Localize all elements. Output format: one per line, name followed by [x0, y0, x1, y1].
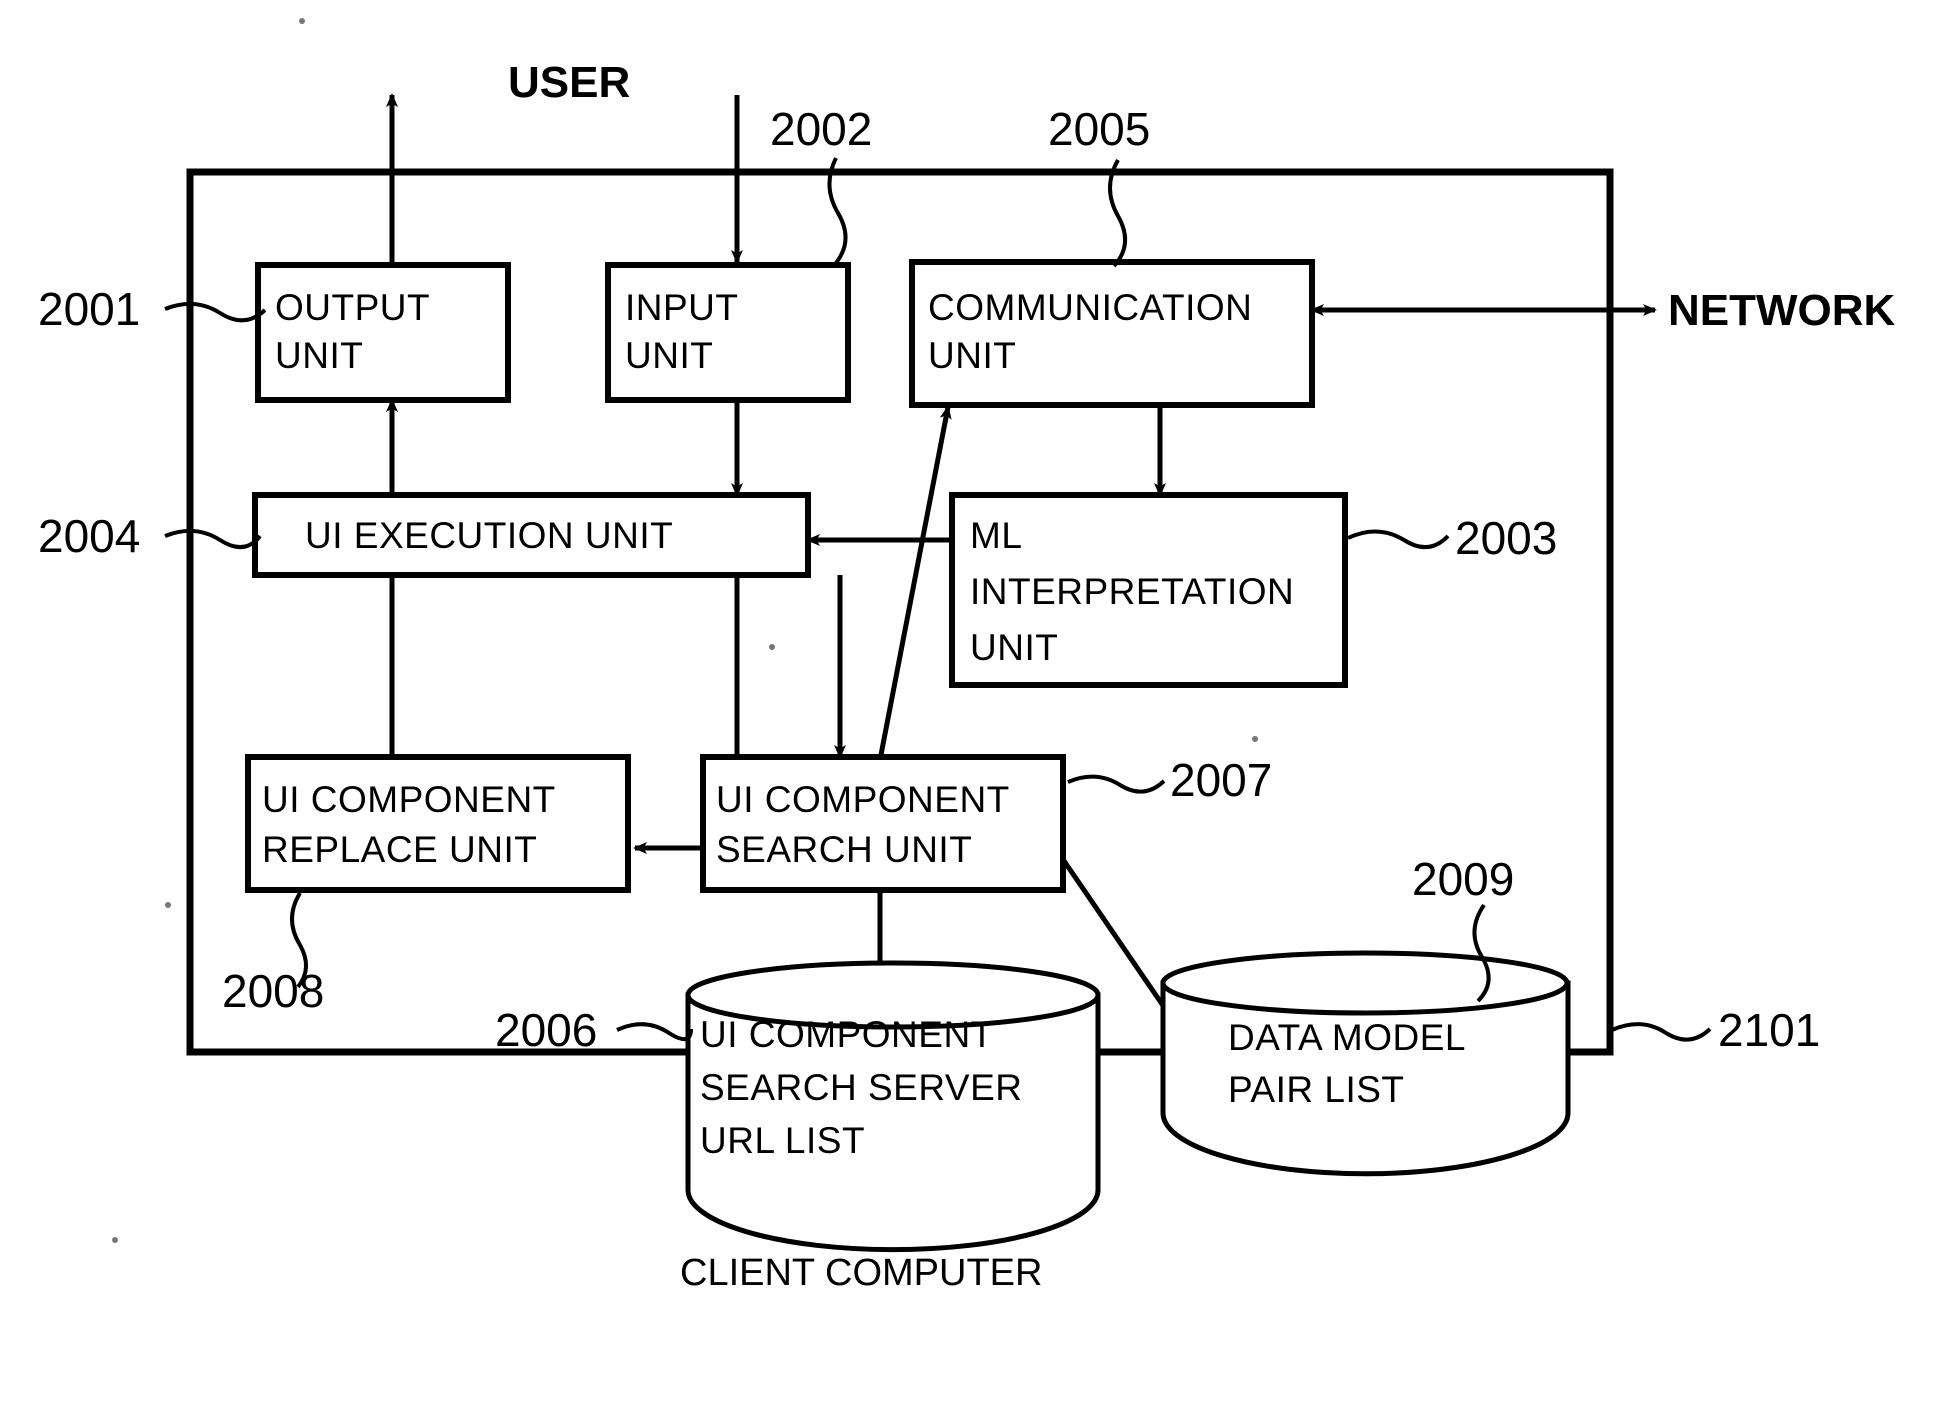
- datastore-pair-list-line1: DATA MODEL: [1228, 1017, 1466, 1058]
- block-ui-component-search-unit-line2: SEARCH UNIT: [716, 829, 972, 870]
- scan-speck: [112, 1237, 118, 1243]
- block-output-unit: [255, 262, 511, 403]
- datastore-data-model-pair-list: [1160, 950, 1571, 1177]
- scan-speck: [299, 18, 305, 24]
- ref-2001: 2001: [38, 283, 140, 335]
- block-ui-component-replace-unit-line1: UI COMPONENT: [262, 779, 556, 820]
- block-input-unit-line1: INPUT: [625, 287, 739, 328]
- block-input-unit: [605, 262, 851, 403]
- label-client-computer: CLIENT COMPUTER: [680, 1252, 1042, 1294]
- datastore-url-list-line1: UI COMPONENT: [700, 1014, 994, 1055]
- ref-2009: 2009: [1412, 853, 1514, 905]
- ref-2101: 2101: [1718, 1004, 1820, 1056]
- figure-canvas: OUTPUT UNIT INPUT UNIT COMMUNICATION UNI…: [0, 0, 1941, 1402]
- ref-2002: 2002: [770, 103, 872, 155]
- scan-speck: [769, 644, 775, 650]
- block-ml-interpretation-unit-line1: ML: [970, 515, 1022, 556]
- ref-2007: 2007: [1170, 754, 1272, 806]
- scan-speck: [165, 902, 171, 908]
- datastore-pair-list-line2: PAIR LIST: [1228, 1069, 1405, 1110]
- label-network: NETWORK: [1668, 286, 1896, 335]
- block-ui-component-search-unit: [700, 754, 1066, 893]
- block-ui-execution-unit-line1: UI EXECUTION UNIT: [305, 515, 673, 556]
- ref-2006: 2006: [495, 1004, 597, 1056]
- block-ml-interpretation-unit-line3: UNIT: [970, 627, 1058, 668]
- block-ml-interpretation-unit-line2: INTERPRETATION: [970, 571, 1294, 612]
- ref-2003: 2003: [1455, 512, 1557, 564]
- scan-speck: [1252, 736, 1258, 742]
- block-ui-component-replace-unit: [245, 754, 631, 893]
- block-output-unit-line1: OUTPUT: [275, 287, 430, 328]
- block-communication-unit-line1: COMMUNICATION: [928, 287, 1252, 328]
- block-diagram: OUTPUT UNIT INPUT UNIT COMMUNICATION UNI…: [38, 18, 1896, 1294]
- label-user: USER: [508, 58, 630, 107]
- datastore-url-list-line3: URL LIST: [700, 1120, 865, 1161]
- datastore-url-list-line2: SEARCH SERVER: [700, 1067, 1022, 1108]
- block-output-unit-line2: UNIT: [275, 335, 363, 376]
- block-ui-component-search-unit-line1: UI COMPONENT: [716, 779, 1010, 820]
- leader-2101: [1611, 1022, 1712, 1042]
- ref-2008: 2008: [222, 965, 324, 1017]
- block-communication-unit-line2: UNIT: [928, 335, 1016, 376]
- ref-2005: 2005: [1048, 103, 1150, 155]
- block-communication-unit: [909, 259, 1315, 408]
- ref-2004: 2004: [38, 510, 140, 562]
- block-input-unit-line2: UNIT: [625, 335, 713, 376]
- block-ui-component-replace-unit-line2: REPLACE UNIT: [262, 829, 537, 870]
